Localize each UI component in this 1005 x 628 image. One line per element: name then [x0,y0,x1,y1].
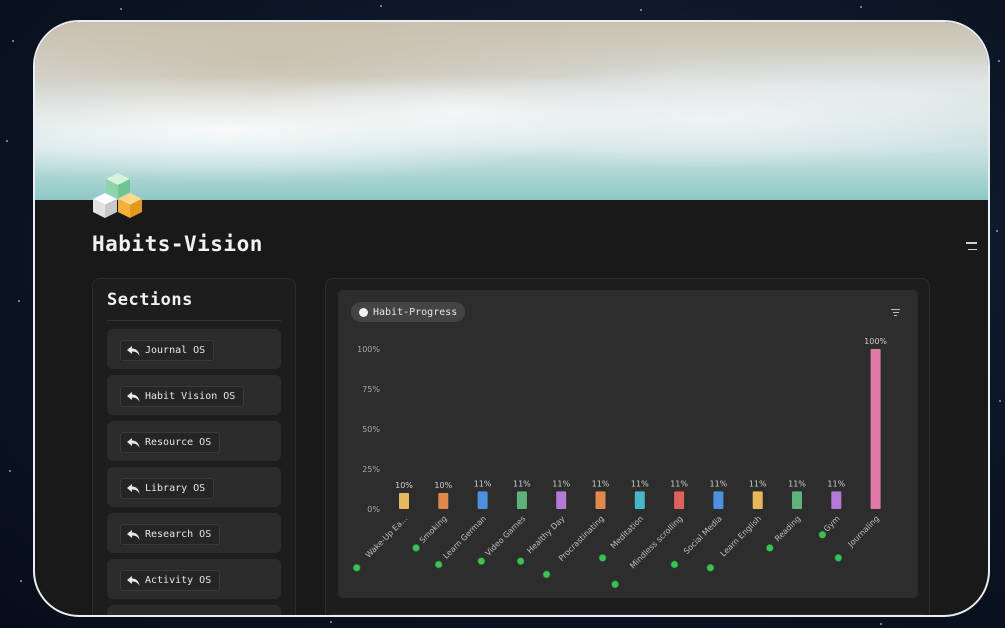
data-label: 11% [749,479,767,488]
bar [438,493,449,509]
bar [399,493,409,509]
green-check-icon [352,563,361,572]
bar [713,491,724,509]
category-label: Journaling [846,514,881,549]
section-label: Library OS [145,483,206,494]
sections-heading: Sections [107,290,193,310]
y-tick-label: 100% [357,345,380,354]
filter-icon[interactable] [891,309,900,316]
chart-view-label: Habit-Progress [373,306,458,318]
green-check-icon [434,560,443,569]
bar [674,491,685,509]
data-label: 11% [513,479,531,488]
section-label: Journal OS [145,345,206,356]
data-label: 11% [670,479,688,488]
y-tick-label: 0% [367,505,380,514]
data-label: 11% [552,479,570,488]
green-check-icon [834,553,843,562]
category-label: Learn German [441,514,488,561]
section-card-research[interactable]: Research OS [107,513,281,553]
section-card-activity[interactable]: Activity OS [107,559,281,599]
data-label: 10% [434,481,452,490]
notion-page-window: Habits-Vision Sections Journal OS Habit … [33,20,990,617]
category-label: Video Games [484,514,528,558]
bar [516,491,527,509]
section-label: Resource OS [145,437,212,448]
collapse-icon[interactable] [966,242,977,252]
green-check-icon [706,563,715,572]
bar [634,491,645,509]
habit-progress-chart: 0% 25% 50% 75% 100% 10% Wake-Up Ea... 10% Smokin… [338,290,918,598]
back-arrow-icon [127,529,140,540]
section-card-journal[interactable]: Journal OS [107,329,281,369]
category-label: Wake-Up Ea... [364,514,410,560]
data-label: 11% [592,479,610,488]
divider [107,320,281,321]
green-check-icon [598,553,607,562]
data-label: 11% [788,479,806,488]
section-link-habit-vision[interactable]: Habit Vision OS [120,386,245,407]
bar [556,491,567,509]
section-link-journal[interactable]: Journal OS [120,340,215,361]
category-label: Reading [773,514,802,543]
green-check-icon [542,570,551,579]
data-label: 11% [827,479,845,488]
section-link-resource[interactable]: Resource OS [120,432,221,453]
cover-image[interactable] [35,22,988,200]
y-tick-label: 25% [362,465,380,474]
data-label: 11% [631,479,649,488]
data-label: 10% [395,481,413,490]
bar [870,349,881,509]
green-check-icon [477,557,486,566]
section-card-library[interactable]: Library OS [107,467,281,507]
category-label: Learn English [719,514,763,558]
section-card-habit-vision[interactable]: Habit Vision OS [107,375,281,415]
chart-view-tab[interactable]: Habit-Progress [351,302,466,322]
bar [477,491,488,509]
category-label: Gym [822,514,842,534]
next-panel [325,614,930,615]
back-arrow-icon [127,575,140,586]
green-check-icon [412,544,420,552]
category-label: Social Media [682,514,724,556]
sections-panel: Sections Journal OS Habit Vision OS Reso… [92,278,296,615]
category-label: Healthy Day [525,514,566,555]
data-label: 11% [474,479,492,488]
y-tick-label: 50% [362,425,380,434]
section-label: Habit Vision OS [145,391,236,402]
bar [831,491,842,509]
data-label: 100% [864,337,887,346]
chart-panel: 0% 25% 50% 75% 100% 10% Wake-Up Ea... 10% Smokin… [325,278,930,615]
green-check-icon [611,580,620,589]
back-arrow-icon [127,483,140,494]
section-link-library[interactable]: Library OS [120,478,215,499]
back-arrow-icon [127,345,140,356]
section-card-more[interactable] [107,605,281,615]
page-title[interactable]: Habits-Vision [92,232,263,256]
view-dot-icon [359,307,368,317]
data-label: 11% [710,479,728,488]
back-arrow-icon [127,391,140,402]
section-label: Activity OS [145,575,212,586]
green-check-icon [818,530,827,539]
bar-chart: 0% 25% 50% 75% 100% 10% Wake-Up Ea... 10% Smokin… [352,337,887,589]
section-card-resource[interactable]: Resource OS [107,421,281,461]
y-tick-label: 75% [362,385,380,394]
section-link-research[interactable]: Research OS [120,524,221,545]
back-arrow-icon [127,437,140,448]
green-check-icon [670,560,679,569]
cubes-icon[interactable] [92,172,146,226]
section-label: Research OS [145,529,212,540]
green-check-icon [765,544,774,552]
green-check-icon [516,557,525,566]
category-label: Smoking [418,514,449,545]
bar [752,491,763,509]
category-label: Meditation [609,514,645,550]
section-link-activity[interactable]: Activity OS [120,570,221,591]
bar [595,491,606,509]
bar [792,491,802,509]
